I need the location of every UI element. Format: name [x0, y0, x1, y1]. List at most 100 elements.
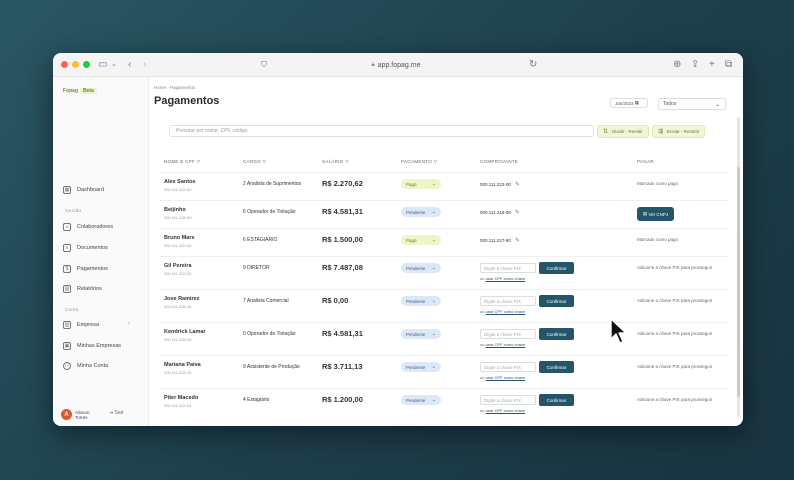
- payment-status-select[interactable]: Pago ⌄: [401, 179, 441, 189]
- payment-status-select[interactable]: Pendente ⌄: [401, 362, 441, 372]
- breadcrumb[interactable]: Home › Pagamentos: [154, 85, 195, 90]
- employee-name: Bruno Mars: [164, 235, 195, 241]
- payment-status-select[interactable]: Pendente ⌄: [401, 207, 441, 217]
- beta-badge: Beta: [80, 88, 97, 94]
- table-row: Jose Ramirez 000.111.226-06 7 Analista Com…: [159, 289, 729, 322]
- sidebar: Fopag Beta ▦ Dashboard Gestão ☺ Colaborador…: [53, 77, 149, 426]
- edit-icon[interactable]: ✎: [515, 238, 520, 244]
- document-icon: ≡: [63, 244, 71, 252]
- employee-salario: R$ 4.581,31: [322, 329, 363, 338]
- table-row: Piter Macedo 000.111.222-04 4 Estagiário R$…: [159, 388, 729, 421]
- edit-icon[interactable]: ✎: [515, 210, 520, 216]
- pagar-note: Marcado como pago: [637, 237, 679, 242]
- address-bar[interactable]: 🔒︎ app.fopag.me: [321, 58, 471, 72]
- table-row: Bruno Mars 000.111.229-00 6 ESTAGIÁRIO R$ 1…: [159, 228, 729, 256]
- plus-icon[interactable]: +: [709, 58, 715, 72]
- confirm-button[interactable]: Confirmar: [539, 328, 574, 340]
- card-icon: ▤: [642, 211, 648, 216]
- confirm-button[interactable]: Confirmar: [539, 262, 574, 274]
- pix-key-input[interactable]: Digite a chave PIX: [480, 329, 536, 339]
- pix-key-input[interactable]: Digite a chave PIX: [480, 296, 536, 306]
- payment-status-select[interactable]: Pendente ⌄: [401, 329, 441, 339]
- status-filter-select[interactable]: Todos ⌄: [658, 98, 726, 110]
- filter-icon: ▽: [433, 159, 438, 164]
- app-logo: Fopag Beta: [63, 88, 97, 94]
- employee-cargo: 9 DIRETOR: [243, 265, 270, 271]
- confirm-button[interactable]: Confirmar: [539, 361, 574, 373]
- download-icon[interactable]: ⊕: [673, 58, 681, 72]
- logout-button[interactable]: ⇥ Sair: [109, 410, 124, 416]
- filter-icon: ▽: [196, 159, 201, 164]
- chevron-down-icon: ⌄: [431, 397, 436, 403]
- confirm-button[interactable]: Confirmar: [539, 394, 574, 406]
- use-cpf-link[interactable]: ou usar CPF como chave: [480, 375, 525, 380]
- sidebar-item-pagamentos[interactable]: $ Pagamentos: [63, 263, 108, 275]
- wallet-icon: $: [63, 265, 71, 273]
- use-cpf-link[interactable]: ou usar CPF como chave: [480, 309, 525, 314]
- employee-name: Beijinho: [164, 207, 186, 213]
- comprovante-text: 000.111.227-90 ✎: [480, 238, 520, 244]
- pagar-note: Adicione a chave PIX para prosseguir: [637, 331, 713, 336]
- sidebar-item-empresa[interactable]: ▥ Empresa: [63, 319, 99, 331]
- chevron-down-icon[interactable]: ⌄: [111, 58, 117, 72]
- forward-icon[interactable]: ›: [143, 58, 146, 72]
- close-window-button[interactable]: [61, 61, 68, 68]
- month-picker[interactable]: Jan/2023 ▦: [610, 98, 648, 108]
- employee-salario: R$ 3.711,13: [322, 362, 363, 371]
- share-icon[interactable]: ⇪: [691, 58, 699, 72]
- employee-name: Alex Santos: [164, 179, 196, 185]
- user-profile[interactable]: A Alisson Torres: [61, 409, 99, 420]
- ver-cnpj-button[interactable]: ▤ Ver CNPJ: [637, 207, 674, 221]
- employee-cpf: 000.111.226-99: [164, 215, 192, 220]
- page-title: Pagamentos: [154, 95, 220, 107]
- chevron-right-icon[interactable]: ›: [128, 321, 130, 327]
- use-cpf-link[interactable]: ou usar CPF como chave: [480, 276, 525, 281]
- chevron-down-icon: ⌄: [431, 237, 436, 243]
- payment-status-select[interactable]: Pendente ⌄: [401, 395, 441, 405]
- pix-key-input[interactable]: Digite a chave PIX: [480, 263, 536, 273]
- table-row: Beijinho 000.111.226-99 6 Operador de Tiot…: [159, 200, 729, 228]
- back-icon[interactable]: ‹: [128, 58, 131, 72]
- confirm-button[interactable]: Confirmar: [539, 295, 574, 307]
- reload-icon[interactable]: ↻: [529, 58, 537, 72]
- minimize-window-button[interactable]: [72, 61, 79, 68]
- sidebar-item-minhas-empresas[interactable]: ▣ Minhas Empresas: [63, 340, 121, 352]
- use-cpf-link[interactable]: ou usar CPF como chave: [480, 342, 525, 347]
- calendar-icon: ▦: [634, 100, 640, 105]
- col-cargo[interactable]: CARGO ▽: [243, 159, 266, 165]
- sidebar-item-colaboradores[interactable]: ☺ Colaboradores: [63, 221, 113, 233]
- use-cpf-link[interactable]: ou usar CPF como chave: [480, 408, 525, 413]
- zoom-window-button[interactable]: [83, 61, 90, 68]
- employee-cpf: 000.111.222-10: [164, 370, 192, 375]
- col-salario[interactable]: SALÁRIO ▽: [322, 159, 349, 165]
- employee-cpf: 000.111.222-05: [164, 271, 192, 276]
- sidebar-item-relatorios[interactable]: ▤ Relatórios: [63, 283, 102, 295]
- payment-status-select[interactable]: Pago ⌄: [401, 235, 441, 245]
- sidebar-item-minha-conta[interactable]: ⚇ Minha Conta: [63, 360, 108, 372]
- sidebar-item-dashboard[interactable]: ▦ Dashboard: [63, 184, 104, 196]
- tabs-icon[interactable]: ⧉: [725, 58, 732, 72]
- sidebar-icon[interactable]: ▭: [98, 58, 107, 72]
- pix-key-input[interactable]: Digite a chave PIX: [480, 362, 536, 372]
- employee-name: Mariana Paiva: [164, 362, 201, 368]
- enviar-button[interactable]: ⇶ Enviar - Remittir: [652, 125, 706, 138]
- employee-cpf: 000.111.222-00: [164, 187, 192, 192]
- search-input[interactable]: Procurar por nome, CPF, código: [169, 125, 594, 137]
- pagar-note: Marcado como pago: [637, 181, 679, 186]
- col-pagamento[interactable]: PAGAMENTO ▽: [401, 159, 437, 165]
- edit-icon[interactable]: ✎: [515, 182, 520, 188]
- table-row: Kendrick Lamar 000.111.225-05 0 Operador d…: [159, 322, 729, 355]
- scrollbar-thumb[interactable]: [737, 167, 740, 397]
- col-nome[interactable]: NOME E CPF ▽: [164, 159, 200, 165]
- payment-status-select[interactable]: Pendente ⌄: [401, 263, 441, 273]
- employee-cargo: 2 Analista de Suprimentos: [243, 181, 302, 187]
- employee-cargo: 6 ESTAGIÁRIO: [243, 237, 278, 243]
- dividir-button[interactable]: ⇅ Dividir - Remitir: [597, 125, 649, 138]
- employee-cargo: 9 Assistente de Produção: [243, 364, 300, 370]
- employee-cpf: 000.111.229-00: [164, 243, 192, 248]
- browser-window: ▭ ⌄ ‹ › ⛉ 🔒︎ app.fopag.me ↻ ⊕ ⇪ + ⧉ Fopa…: [53, 53, 743, 426]
- pix-key-input[interactable]: Digite a chave PIX: [480, 395, 536, 405]
- sidebar-item-documentos[interactable]: ≡ Documentos: [63, 242, 108, 254]
- employee-name: Piter Macedo: [164, 395, 199, 401]
- payment-status-select[interactable]: Pendente ⌄: [401, 296, 441, 306]
